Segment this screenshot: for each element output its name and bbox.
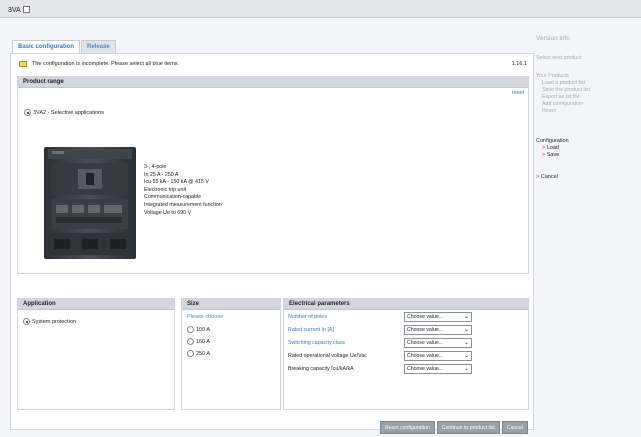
spec-line: 3-, 4-pole	[144, 164, 167, 170]
size-title: Size	[182, 299, 280, 310]
spec-line: Voltage Ue to 690 V	[144, 209, 192, 216]
chevron-down-icon: ⌄	[463, 327, 469, 333]
size-panel: Size Please choose 100 A 160 A 250 A	[181, 298, 281, 410]
title-bar: 3VA	[0, 0, 641, 18]
sidebar-item-save[interactable]: > Save	[542, 152, 559, 159]
application-option-label: System protection	[32, 319, 77, 325]
spec-line: Electronic trip unit	[144, 186, 187, 193]
radio-icon[interactable]	[187, 326, 194, 333]
continue-button[interactable]: Continue to product list	[436, 421, 500, 434]
param-label: Rated current In [A]	[288, 327, 334, 333]
version-number: 1.16.1	[511, 61, 527, 67]
select-value: Choose value...	[407, 340, 444, 346]
size-option-label: 250 A	[196, 351, 211, 357]
application-panel: Application System protection	[17, 298, 175, 410]
tab-content: The configuration is incomplete. Please …	[10, 53, 534, 434]
select-value: Choose value...	[407, 353, 444, 359]
configurator-main: Basic configuration Release The configura…	[10, 38, 534, 434]
electrical-parameters-panel: Electrical parameters Number of poles Ch…	[283, 298, 529, 410]
product-specs: 3-, 4-pole In 25 A - 250 A Icu 55 kA - 1…	[144, 164, 222, 217]
radio-icon[interactable]	[187, 338, 194, 345]
sidebar-item-label: Cancel	[540, 174, 558, 180]
chevron-down-icon: ⌄	[463, 353, 469, 359]
size-hint: Please choose	[187, 314, 224, 320]
param-label: Switching capacity class	[288, 340, 346, 346]
chevron-down-icon: ⌄	[463, 366, 469, 372]
tab-basic-configuration[interactable]: Basic configuration	[12, 40, 81, 53]
reset-link[interactable]: reset	[512, 90, 524, 96]
right-sidebar: Version info Select next product Your Pr…	[534, 18, 641, 437]
product-range-option[interactable]: 3VA2 - Selective applications	[24, 109, 104, 116]
chevron-down-icon: ⌄	[463, 340, 469, 346]
window-title: 3VA	[8, 6, 30, 14]
operational-voltage-select[interactable]: Choose value... ⌄	[404, 351, 472, 361]
switching-capacity-select[interactable]: Choose value... ⌄	[404, 338, 472, 348]
radio-icon[interactable]	[24, 109, 31, 116]
breaking-capacity-select[interactable]: Choose value... ⌄	[404, 364, 472, 374]
rated-current-select[interactable]: Choose value... ⌄	[404, 325, 472, 335]
status-message: The configuration is incomplete. Please …	[32, 61, 180, 67]
size-option[interactable]: 250 A	[187, 350, 210, 357]
product-range-option-label: 3VA2 - Selective applications	[33, 110, 104, 116]
size-option[interactable]: 100 A	[187, 326, 210, 333]
param-label: Rated operational voltage Ue/Vac	[288, 353, 367, 359]
sidebar-item-label: Save	[546, 152, 560, 158]
sidebar-item-cancel[interactable]: > Cancel	[536, 174, 558, 181]
status-bar: The configuration is incomplete. Please …	[17, 59, 529, 70]
spec-line: Communication-capable	[144, 194, 202, 201]
size-option[interactable]: 160 A	[187, 338, 210, 345]
electrical-parameters-title: Electrical parameters	[284, 299, 528, 310]
spec-line: Integrated measurement function	[144, 201, 222, 208]
application-option[interactable]: System protection	[23, 318, 76, 325]
select-value: Choose value...	[407, 366, 444, 372]
application-title: Application	[18, 299, 174, 310]
radio-icon[interactable]	[23, 318, 30, 325]
product-range-panel: Product range reset 3VA2 - Selective app…	[17, 76, 529, 274]
tab-bar: Basic configuration Release	[12, 40, 117, 54]
param-label: Number of poles	[288, 314, 327, 320]
folder-icon	[19, 61, 27, 67]
version-info-link[interactable]: Version info	[536, 35, 570, 42]
action-buttons: Reset configuration Continue to product l…	[378, 421, 528, 434]
window-icon[interactable]	[22, 6, 30, 13]
product-range-title: Product range	[18, 77, 528, 88]
sidebar-item-reset[interactable]: Reset	[542, 108, 556, 115]
number-of-poles-select[interactable]: Choose value... ⌄	[404, 312, 472, 322]
radio-icon[interactable]	[187, 350, 194, 357]
sidebar-item-label: Load	[546, 145, 559, 151]
param-label: Breaking capacity Icu/kA/kA	[288, 366, 354, 372]
spec-line: In 25 A - 250 A	[144, 171, 179, 178]
tab-release[interactable]: Release	[81, 40, 116, 53]
window-title-text: 3VA	[8, 7, 21, 14]
cancel-button[interactable]: Cancel	[501, 421, 528, 434]
reset-configuration-button[interactable]: Reset configuration	[380, 421, 435, 434]
circuit-breaker-image	[44, 147, 136, 259]
select-next-product-link[interactable]: Select next product	[536, 55, 581, 62]
chevron-down-icon: ⌄	[463, 314, 469, 320]
size-option-label: 160 A	[196, 339, 211, 345]
select-value: Choose value...	[407, 314, 444, 320]
spec-line: Icu 55 kA - 150 kA @ 415 V	[144, 179, 209, 186]
size-option-label: 100 A	[196, 327, 211, 333]
select-value: Choose value...	[407, 327, 444, 333]
